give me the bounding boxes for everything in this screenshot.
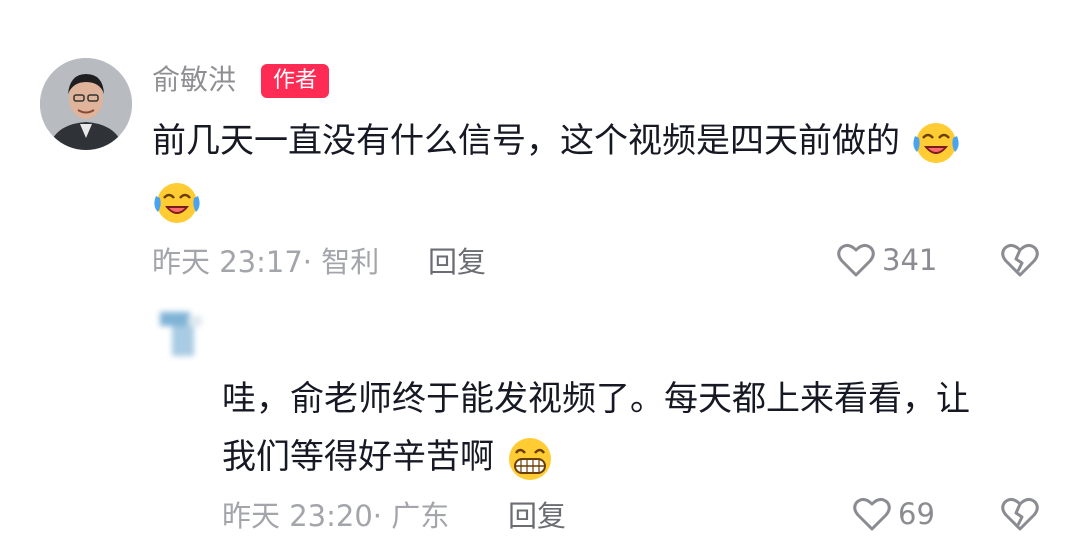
reply-text-line2: 我们等得好辛苦啊 <box>222 428 555 486</box>
reply-author-name[interactable] <box>232 322 362 362</box>
reply-text-line1: 哇，俞老师终于能发视频了。每天都上来看看，让 <box>222 379 970 419</box>
comment-text: 前几天一直没有什么信号，这个视频是四天前做的 <box>152 112 961 170</box>
reply-time-location: 昨天 23:20· 广东 <box>222 499 450 533</box>
author-avatar[interactable] <box>40 58 132 150</box>
laughing-crying-emoji-icon <box>911 118 961 168</box>
like-button[interactable]: 341 <box>836 240 937 280</box>
comment-time-location: 昨天 23:17· 智利 <box>152 245 380 279</box>
grinning-emoji-icon <box>505 434 555 484</box>
comment-author-name[interactable]: 俞敏洪 <box>152 60 236 100</box>
broken-heart-icon <box>1001 497 1039 531</box>
like-count: 341 <box>882 243 938 277</box>
dislike-button[interactable] <box>1000 241 1040 283</box>
comment-text-content: 前几天一直没有什么信号，这个视频是四天前做的 <box>152 121 900 161</box>
reply-dislike-button[interactable] <box>1000 495 1040 537</box>
reply-like-button[interactable]: 69 <box>852 494 935 534</box>
avatar-image <box>40 58 132 150</box>
laughing-crying-emoji-icon <box>152 178 202 232</box>
reply-avatar[interactable] <box>158 310 206 358</box>
reply-button[interactable]: 回复 <box>428 242 486 282</box>
reply-text-content: 我们等得好辛苦啊 <box>222 437 494 477</box>
heart-icon <box>853 497 891 531</box>
reply-like-count: 69 <box>898 497 935 531</box>
reply-reply-button[interactable]: 回复 <box>508 496 566 536</box>
heart-icon <box>837 243 875 277</box>
broken-heart-icon <box>1001 243 1039 277</box>
author-badge: 作者 <box>261 64 329 98</box>
